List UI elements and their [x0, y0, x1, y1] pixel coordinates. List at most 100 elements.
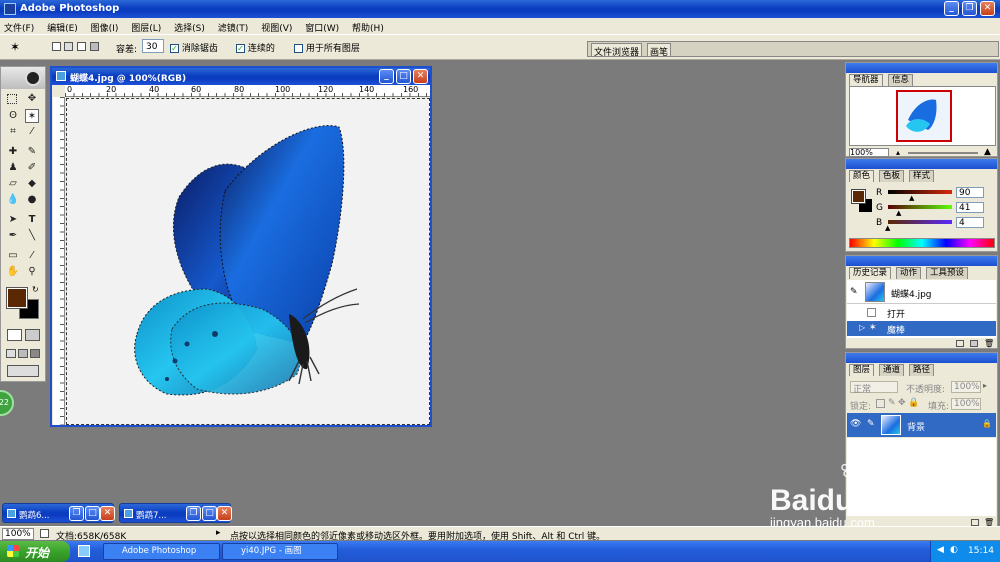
tab-navigator[interactable]: 导航器: [849, 74, 883, 86]
quick-mask-mode-icon[interactable]: [25, 329, 40, 341]
menu-filter[interactable]: 滤镜(T): [218, 21, 249, 34]
history-snapshot-row[interactable]: ✎ 蝴蝶4.jpg: [847, 280, 996, 304]
selection-mode-intersect-icon[interactable]: [90, 42, 99, 51]
minimized-window-1-maximize[interactable]: □: [85, 506, 100, 521]
menu-view[interactable]: 视图(V): [261, 21, 292, 34]
color-panel-title[interactable]: [846, 159, 997, 169]
tab-swatches[interactable]: 色板: [879, 170, 905, 182]
channel-b-value[interactable]: 4: [956, 217, 984, 228]
history-item-selected[interactable]: ▷ ✶ 魔棒: [847, 321, 996, 336]
lock-position-icon[interactable]: ✥: [898, 398, 906, 408]
line-tool-icon[interactable]: ╲: [25, 229, 39, 243]
minimized-window-2-restore[interactable]: ❐: [186, 506, 201, 521]
tab-file-browser[interactable]: 文件浏览器: [591, 43, 643, 58]
screen-mode-standard-icon[interactable]: [6, 349, 16, 358]
zoom-in-icon[interactable]: ▲: [984, 147, 991, 157]
lock-all-icon[interactable]: 🔒: [908, 398, 919, 408]
color-spectrum-bar[interactable]: [849, 238, 995, 248]
trash-icon[interactable]: 🗑: [984, 339, 994, 348]
document-minimize-button[interactable]: _: [379, 69, 394, 84]
side-badge[interactable]: 22: [0, 390, 14, 416]
start-button[interactable]: 开始: [0, 541, 70, 562]
status-zoom[interactable]: 100%: [2, 528, 34, 540]
channel-g-slider-thumb[interactable]: ▲: [896, 209, 901, 217]
channel-r-value[interactable]: 90: [956, 187, 984, 198]
tab-color[interactable]: 颜色: [849, 170, 875, 182]
contiguous-checkbox[interactable]: ✓: [236, 44, 245, 53]
history-brush-source-icon[interactable]: ✎: [850, 287, 858, 297]
tab-styles[interactable]: 样式: [909, 170, 935, 182]
menu-layer[interactable]: 图层(L): [131, 21, 161, 34]
image-canvas[interactable]: [66, 98, 430, 425]
antialias-checkbox[interactable]: ✓: [170, 44, 179, 53]
document-close-button[interactable]: ✕: [413, 69, 428, 84]
tab-paths[interactable]: 路径: [909, 364, 935, 376]
layer-row-background[interactable]: 👁 ✎ 背景 🔒: [847, 413, 996, 437]
selection-mode-new-icon[interactable]: [52, 42, 61, 51]
minimized-window-2-close[interactable]: ✕: [217, 506, 232, 521]
foreground-color-swatch[interactable]: [6, 287, 28, 309]
tab-info[interactable]: 信息: [888, 74, 914, 86]
fill-input[interactable]: 100%: [951, 398, 981, 410]
zoom-out-icon[interactable]: ▴: [896, 148, 900, 157]
history-brush-tool-icon[interactable]: ✐: [25, 161, 39, 175]
channel-r-slider[interactable]: [888, 190, 952, 194]
jump-to-imageready-icon[interactable]: [7, 365, 39, 377]
menu-help[interactable]: 帮助(H): [352, 21, 384, 34]
channel-b-slider-thumb[interactable]: ▲: [885, 224, 890, 232]
blur-tool-icon[interactable]: 💧: [6, 193, 20, 207]
history-panel-title[interactable]: [846, 256, 997, 266]
notes-tool-icon[interactable]: ▭: [6, 249, 20, 263]
channel-b-slider[interactable]: [888, 220, 952, 224]
taskbar-item-photoshop[interactable]: Adobe Photoshop: [103, 543, 220, 560]
menu-edit[interactable]: 编辑(E): [47, 21, 78, 34]
layers-panel-title[interactable]: [846, 353, 997, 363]
minimized-window-1-restore[interactable]: ❐: [69, 506, 84, 521]
show-desktop-icon[interactable]: [78, 545, 90, 557]
lasso-tool-icon[interactable]: ʘ: [6, 109, 20, 123]
move-tool-icon[interactable]: ✥: [25, 92, 39, 106]
swap-colors-icon[interactable]: ↻: [32, 285, 39, 294]
zoom-slider[interactable]: [908, 152, 978, 154]
pen-tool-icon[interactable]: ✒: [6, 229, 20, 243]
dodge-tool-icon[interactable]: ●: [25, 193, 39, 207]
path-selection-tool-icon[interactable]: ➤: [6, 213, 20, 227]
hand-tool-icon[interactable]: ✋: [6, 265, 20, 279]
menu-file[interactable]: 文件(F): [4, 21, 34, 34]
slice-tool-icon[interactable]: ⁄: [25, 125, 39, 139]
new-layer-icon[interactable]: [971, 519, 979, 526]
magic-wand-tool-icon[interactable]: ✶: [25, 109, 39, 123]
screen-mode-full-icon[interactable]: [30, 349, 40, 358]
menu-window[interactable]: 窗口(W): [305, 21, 339, 34]
minimize-button[interactable]: _: [944, 1, 959, 16]
selection-mode-subtract-icon[interactable]: [77, 42, 86, 51]
channel-r-slider-thumb[interactable]: ▲: [909, 194, 914, 202]
document-maximize-button[interactable]: □: [396, 69, 411, 84]
selection-mode-add-icon[interactable]: [64, 42, 73, 51]
all-layers-checkbox[interactable]: [294, 44, 303, 53]
tab-tool-presets[interactable]: 工具预设: [926, 267, 969, 279]
zoom-tool-icon[interactable]: ⚲: [25, 265, 39, 279]
minimized-window-1-close[interactable]: ✕: [100, 506, 115, 521]
minimized-window-2[interactable]: 鹦鹉7... ❐ □ ✕: [119, 503, 232, 523]
crop-tool-icon[interactable]: ⌗: [6, 125, 20, 139]
clock[interactable]: 15:14: [968, 546, 994, 556]
brush-tool-icon[interactable]: ✎: [25, 145, 39, 159]
tab-brushes[interactable]: 画笔: [647, 43, 672, 58]
taskbar-item-paint[interactable]: yi40.JPG - 画图: [222, 543, 338, 560]
menu-image[interactable]: 图像(I): [91, 21, 119, 34]
color-foreground-swatch[interactable]: [851, 189, 866, 204]
navigator-panel-title[interactable]: [846, 63, 997, 73]
standard-mode-icon[interactable]: [7, 329, 22, 341]
opacity-dropdown-icon[interactable]: ▸: [983, 381, 987, 390]
new-snapshot-icon[interactable]: [970, 340, 978, 347]
tab-layers[interactable]: 图层: [849, 364, 875, 376]
layer-brush-link-icon[interactable]: ✎: [867, 419, 875, 429]
screen-mode-menu-icon[interactable]: [18, 349, 28, 358]
gradient-tool-icon[interactable]: ◆: [25, 177, 39, 191]
history-state-slider-icon[interactable]: ▷: [859, 323, 865, 332]
navigator-view-box[interactable]: [896, 90, 952, 142]
lock-transparency-icon[interactable]: [876, 399, 885, 408]
tab-channels[interactable]: 通道: [879, 364, 905, 376]
menu-select[interactable]: 选择(S): [174, 21, 205, 34]
